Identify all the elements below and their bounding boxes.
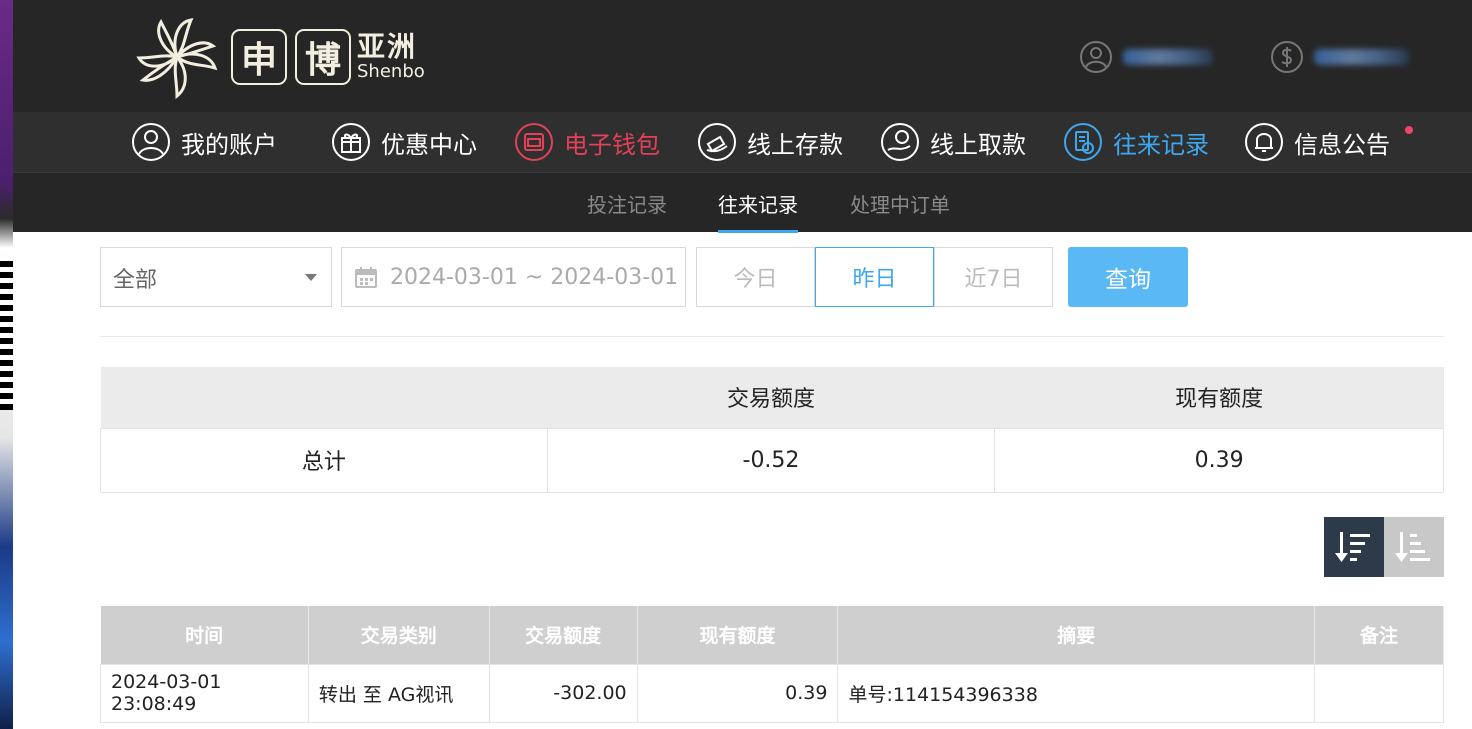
subtab-bet-records[interactable]: 投注记录 [587, 189, 667, 233]
sort-desc-icon [1335, 532, 1370, 562]
type-select[interactable]: 全部 [100, 247, 332, 307]
deposit-icon [698, 123, 736, 161]
chevron-down-icon [305, 274, 317, 281]
date-range-input[interactable]: 2024-03-01 ~ 2024-03-01 [341, 247, 686, 307]
wallet-icon [515, 123, 553, 161]
username-display[interactable] [1079, 40, 1213, 74]
header: 申 博 亚洲 Shenbo [13, 0, 1472, 112]
quick-yesterday-button[interactable]: 昨日 [815, 247, 934, 307]
summary-header-balance: 现有额度 [994, 367, 1444, 428]
summary-total-label: 总计 [100, 427, 548, 493]
col-remarks[interactable]: 备注 [1314, 606, 1444, 664]
gift-icon [332, 123, 370, 161]
nav-label: 线上取款 [930, 130, 1026, 159]
logo[interactable]: 申 博 亚洲 Shenbo [131, 12, 425, 102]
quick-today-button[interactable]: 今日 [696, 247, 815, 307]
sort-descending-button[interactable] [1324, 517, 1384, 577]
query-button[interactable]: 查询 [1068, 247, 1188, 307]
logo-text-cn: 亚洲 [357, 30, 418, 63]
cell-summary: 单号:114154396338 [837, 663, 1316, 723]
main-nav: 我的账户 优惠中心 电子钱包 线上存款 线上取款 往来记录 信息公告 [13, 112, 1472, 172]
nav-online-withdraw[interactable]: 线上取款 [880, 120, 1026, 164]
cell-balance: 0.39 [636, 663, 839, 723]
summary-row: 总计 -0.52 0.39 [100, 427, 1444, 493]
type-select-value: 全部 [113, 268, 158, 293]
nav-label: 电子钱包 [564, 130, 660, 159]
cell-time: 2024-03-01 23:08:49 [100, 663, 309, 723]
col-summary[interactable]: 摘要 [837, 606, 1316, 664]
col-time[interactable]: 时间 [100, 606, 309, 664]
user-icon [1080, 41, 1112, 73]
sort-ascending-button[interactable] [1384, 517, 1444, 577]
col-amount[interactable]: 交易额度 [489, 606, 638, 664]
username-blurred [1123, 49, 1213, 65]
logo-text-en: Shenbo [357, 61, 425, 82]
records-table: 时间 交易类别 交易额度 现有额度 摘要 备注 2024-03-01 23:08… [100, 606, 1444, 723]
summary-header-amount: 交易额度 [547, 367, 995, 428]
date-range-value: 2024-03-01 ~ 2024-03-01 [390, 264, 679, 290]
logo-char-bo: 博 [295, 29, 351, 85]
sort-controls [1324, 517, 1444, 577]
qr-code [0, 260, 13, 410]
withdraw-icon [881, 123, 919, 161]
notification-dot [1405, 126, 1413, 134]
background-strip [0, 0, 13, 729]
quick-7days-button[interactable]: 近7日 [934, 247, 1053, 307]
nav-label: 往来记录 [1113, 130, 1209, 159]
user-icon [132, 123, 170, 161]
cell-amount: -302.00 [488, 663, 638, 723]
nav-promotions[interactable]: 优惠中心 [331, 120, 477, 164]
nav-transaction-records[interactable]: 往来记录 [1063, 120, 1209, 164]
summary-header-blank [100, 367, 548, 428]
nav-announcements[interactable]: 信息公告 [1244, 120, 1390, 164]
subtab-pending-orders[interactable]: 处理中订单 [850, 189, 950, 233]
balance-blurred [1314, 49, 1409, 65]
cell-remarks [1314, 663, 1444, 723]
nav-label: 信息公告 [1294, 130, 1390, 159]
nav-e-wallet[interactable]: 电子钱包 [514, 120, 660, 164]
flower-logo-icon [136, 18, 218, 100]
col-balance[interactable]: 现有额度 [637, 606, 839, 664]
balance-display[interactable] [1270, 40, 1409, 74]
nav-my-account[interactable]: 我的账户 [131, 120, 277, 164]
summary-total-amount: -0.52 [546, 427, 996, 493]
nav-online-deposit[interactable]: 线上存款 [697, 120, 843, 164]
divider [100, 336, 1444, 337]
dollar-icon [1271, 41, 1303, 73]
summary-total-balance: 0.39 [994, 427, 1444, 493]
logo-text: 亚洲 Shenbo [357, 33, 425, 81]
record-icon [1064, 123, 1102, 161]
cell-type: 转出 至 AG视讯 [307, 663, 490, 723]
sort-asc-icon [1395, 532, 1430, 562]
subtab-transaction-records[interactable]: 往来记录 [718, 189, 798, 233]
sub-nav: 投注记录 往来记录 处理中订单 [13, 172, 1472, 233]
summary-table: 交易额度 现有额度 总计 -0.52 0.39 [100, 367, 1444, 493]
table-row: 2024-03-01 23:08:49 转出 至 AG视讯 -302.00 0.… [100, 663, 1444, 723]
nav-label: 我的账户 [181, 130, 277, 159]
bell-icon [1245, 123, 1283, 161]
calendar-icon [355, 267, 377, 288]
nav-label: 线上存款 [747, 130, 843, 159]
logo-char-shen: 申 [231, 29, 287, 85]
col-type[interactable]: 交易类别 [308, 606, 490, 664]
site-container: 申 博 亚洲 Shenbo 我的账户 优惠中心 电子钱包 线上存款 线上取款 往… [13, 0, 1472, 729]
nav-label: 优惠中心 [381, 130, 477, 159]
